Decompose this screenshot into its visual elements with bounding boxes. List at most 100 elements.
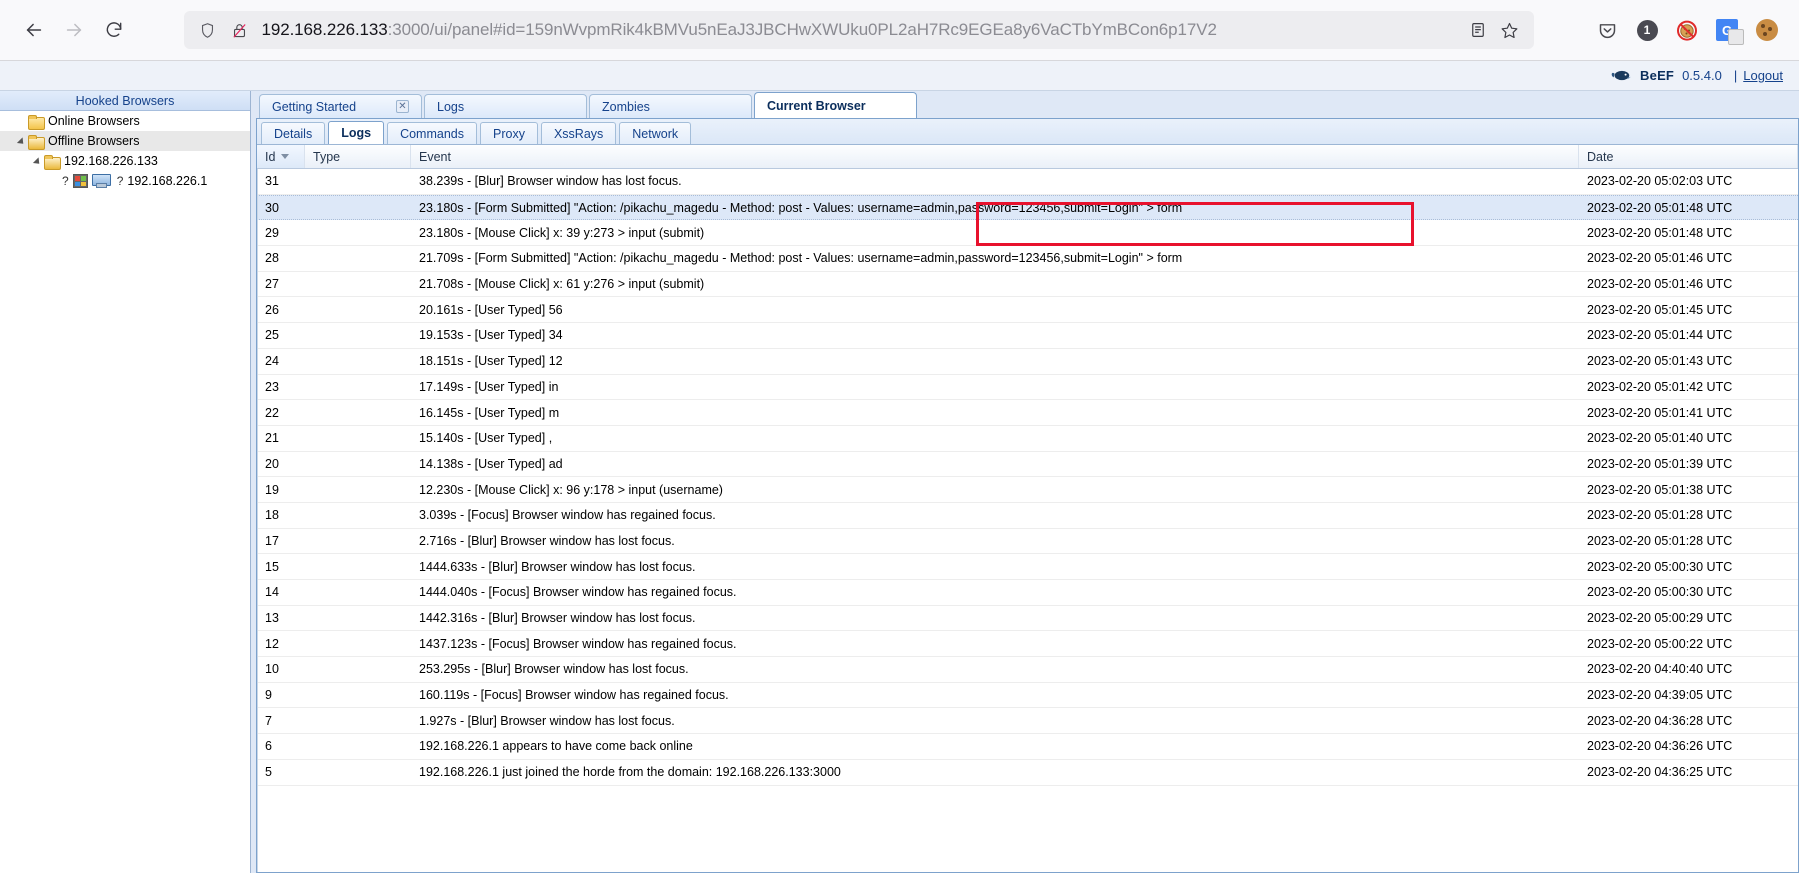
cell-id: 25: [265, 328, 279, 343]
shield-icon[interactable]: [192, 14, 224, 46]
cell-date: 2023-02-20 04:36:25 UTC: [1587, 765, 1733, 780]
cell-type: [305, 503, 411, 528]
cell-id: 22: [265, 405, 279, 420]
table-row[interactable]: 15 1444.633s - [Blur] Browser window has …: [257, 554, 1798, 580]
cell-date: 2023-02-20 05:01:44 UTC: [1587, 328, 1733, 343]
cell-type: [305, 272, 411, 297]
tree-expander[interactable]: [14, 121, 28, 122]
cookie-manager-icon[interactable]: [1749, 12, 1785, 48]
back-arrow-icon[interactable]: [14, 10, 54, 50]
cell-date: 2023-02-20 05:01:28 UTC: [1587, 508, 1733, 523]
table-row[interactable]: 20 14.138s - [User Typed] ad 2023-02-20 05…: [257, 452, 1798, 478]
tree-expander-host[interactable]: [30, 156, 44, 167]
cookie-glyph: [1756, 19, 1778, 41]
table-row[interactable]: 28 21.709s - [Form Submitted] "Action: /p…: [257, 246, 1798, 272]
table-row[interactable]: 24 18.151s - [User Typed] 12 2023-02-20 05…: [257, 349, 1798, 375]
tab-zombies[interactable]: Zombies: [589, 94, 752, 118]
google-translate-icon[interactable]: G: [1709, 12, 1745, 48]
table-row[interactable]: 21 15.140s - [User Typed] , 2023-02-20 05:…: [257, 426, 1798, 452]
table-row[interactable]: 25 19.153s - [User Typed] 34 2023-02-20 05…: [257, 323, 1798, 349]
forward-arrow-icon[interactable]: [54, 10, 94, 50]
cell-date: 2023-02-20 05:01:46 UTC: [1587, 277, 1733, 292]
pocket-icon[interactable]: [1589, 12, 1625, 48]
cell-type: [305, 529, 411, 554]
table-row[interactable]: 30 23.180s - [Form Submitted] "Action: /p…: [257, 194, 1798, 221]
column-header-event[interactable]: Event: [411, 145, 1579, 168]
table-row[interactable]: 12 1437.123s - [Focus] Browser window has…: [257, 631, 1798, 658]
cell-event: 23.180s - [Form Submitted] "Action: /pik…: [419, 200, 1183, 215]
table-row[interactable]: 6 192.168.226.1 appears to have come back…: [257, 734, 1798, 760]
table-row[interactable]: 7 1.927s - [Blur] Browser window has lost…: [257, 708, 1798, 735]
subtab-logs[interactable]: Logs: [328, 121, 385, 144]
table-row[interactable]: 26 20.161s - [User Typed] 56 2023-02-20 05…: [257, 297, 1798, 324]
tree-expander-offline[interactable]: [14, 136, 28, 147]
sort-desc-icon: [281, 154, 290, 159]
table-row[interactable]: 22 16.145s - [User Typed] m 2023-02-20 05:…: [257, 400, 1798, 426]
sidebar-item-online-browsers[interactable]: Online Browsers: [0, 111, 250, 131]
tab-current-browser[interactable]: Current Browser: [754, 92, 917, 118]
cell-type: [305, 760, 411, 785]
cell-date: 2023-02-20 05:01:39 UTC: [1587, 456, 1733, 471]
table-row[interactable]: 10 253.295s - [Blur] Browser window has l…: [257, 657, 1798, 683]
url-text[interactable]: 192.168.226.133:3000/ui/panel#id=159nWvp…: [256, 20, 1462, 40]
table-row[interactable]: 23 17.149s - [User Typed] in 2023-02-20 05…: [257, 375, 1798, 401]
address-bar[interactable]: 192.168.226.133:3000/ui/panel#id=159nWvp…: [183, 11, 1534, 49]
reader-view-icon[interactable]: [1462, 14, 1494, 46]
subtab-xssrays[interactable]: XssRays: [540, 122, 617, 144]
table-row[interactable]: 14 1444.040s - [Focus] Browser window has…: [257, 580, 1798, 606]
tab-getting-started[interactable]: Getting Started ✕: [259, 94, 422, 118]
sidebar-item-192-168-226-1[interactable]: ? ? 192.168.226.1: [0, 171, 250, 191]
cell-event: 20.161s - [User Typed] 56: [419, 302, 563, 317]
broken-lock-icon[interactable]: [224, 14, 256, 46]
notification-badge[interactable]: 1: [1629, 12, 1665, 48]
cell-id: 5: [265, 765, 272, 780]
column-header-type[interactable]: Type: [305, 145, 411, 168]
cell-date: 2023-02-20 05:01:28 UTC: [1587, 533, 1733, 548]
close-icon[interactable]: ✕: [396, 100, 409, 113]
cell-event: 192.168.226.1 appears to have come back …: [419, 739, 693, 754]
cell-id: 31: [265, 174, 279, 189]
table-row[interactable]: 29 23.180s - [Mouse Click] x: 39 y:273 > …: [257, 220, 1798, 247]
cell-date: 2023-02-20 05:01:41 UTC: [1587, 405, 1733, 420]
subtab-details[interactable]: Details: [261, 122, 326, 144]
unknown-plugin-icon: ?: [116, 174, 124, 188]
subtab-commands[interactable]: Commands: [387, 122, 477, 144]
subtab-network[interactable]: Network: [619, 122, 692, 144]
cell-type: [305, 426, 411, 451]
table-row[interactable]: 19 12.230s - [Mouse Click] x: 96 y:178 > …: [257, 477, 1798, 503]
cell-id: 6: [265, 739, 272, 754]
grid-rows[interactable]: 31 38.239s - [Blur] Browser window has lo…: [257, 169, 1798, 872]
cell-event: 15.140s - [User Typed] ,: [419, 431, 553, 446]
star-bookmark-icon[interactable]: [1494, 14, 1526, 46]
sidebar-item-offline-browsers[interactable]: Offline Browsers: [0, 131, 250, 151]
cell-id: 15: [265, 559, 279, 574]
table-row[interactable]: 31 38.239s - [Blur] Browser window has lo…: [257, 169, 1798, 195]
logs-grid: Id Type Event Date 31 38.239s - [Blur] B…: [257, 145, 1798, 872]
cell-event: 1.927s - [Blur] Browser window has lost …: [419, 713, 675, 728]
table-row[interactable]: 5 192.168.226.1 just joined the horde fro…: [257, 760, 1798, 786]
table-row[interactable]: 18 3.039s - [Focus] Browser window has re…: [257, 503, 1798, 529]
table-row[interactable]: 27 21.708s - [Mouse Click] x: 61 y:276 > …: [257, 272, 1798, 298]
cell-id: 20: [265, 456, 279, 471]
table-row[interactable]: 17 2.716s - [Blur] Browser window has los…: [257, 529, 1798, 555]
column-label: Type: [313, 149, 341, 164]
table-row[interactable]: 13 1442.316s - [Blur] Browser window has …: [257, 606, 1798, 632]
main-layout: Hooked Browsers Online Browsers Offline …: [0, 91, 1799, 873]
sidebar-item-192-168-226-133[interactable]: 192.168.226.133: [0, 151, 250, 171]
url-path: :3000/ui/panel#id=159nWvpmRik4kBMVu5nEaJ…: [387, 20, 1217, 39]
cell-date: 2023-02-20 05:01:38 UTC: [1587, 482, 1733, 497]
table-row[interactable]: 9 160.119s - [Focus] Browser window has r…: [257, 683, 1798, 709]
cell-date: 2023-02-20 05:01:46 UTC: [1587, 251, 1733, 266]
cell-date: 2023-02-20 05:00:22 UTC: [1587, 636, 1733, 651]
no-cookie-icon[interactable]: [1669, 12, 1705, 48]
reload-icon[interactable]: [94, 10, 134, 50]
tab-logs[interactable]: Logs: [424, 94, 587, 118]
column-header-id[interactable]: Id: [257, 145, 305, 168]
subtab-proxy[interactable]: Proxy: [480, 122, 538, 144]
cell-id: 12: [265, 636, 279, 651]
cell-type: [305, 657, 411, 682]
cell-id: 14: [265, 585, 279, 600]
logout-link[interactable]: Logout: [1743, 68, 1783, 83]
column-header-date[interactable]: Date: [1579, 145, 1798, 168]
google-translate-glyph: G: [1716, 19, 1744, 45]
